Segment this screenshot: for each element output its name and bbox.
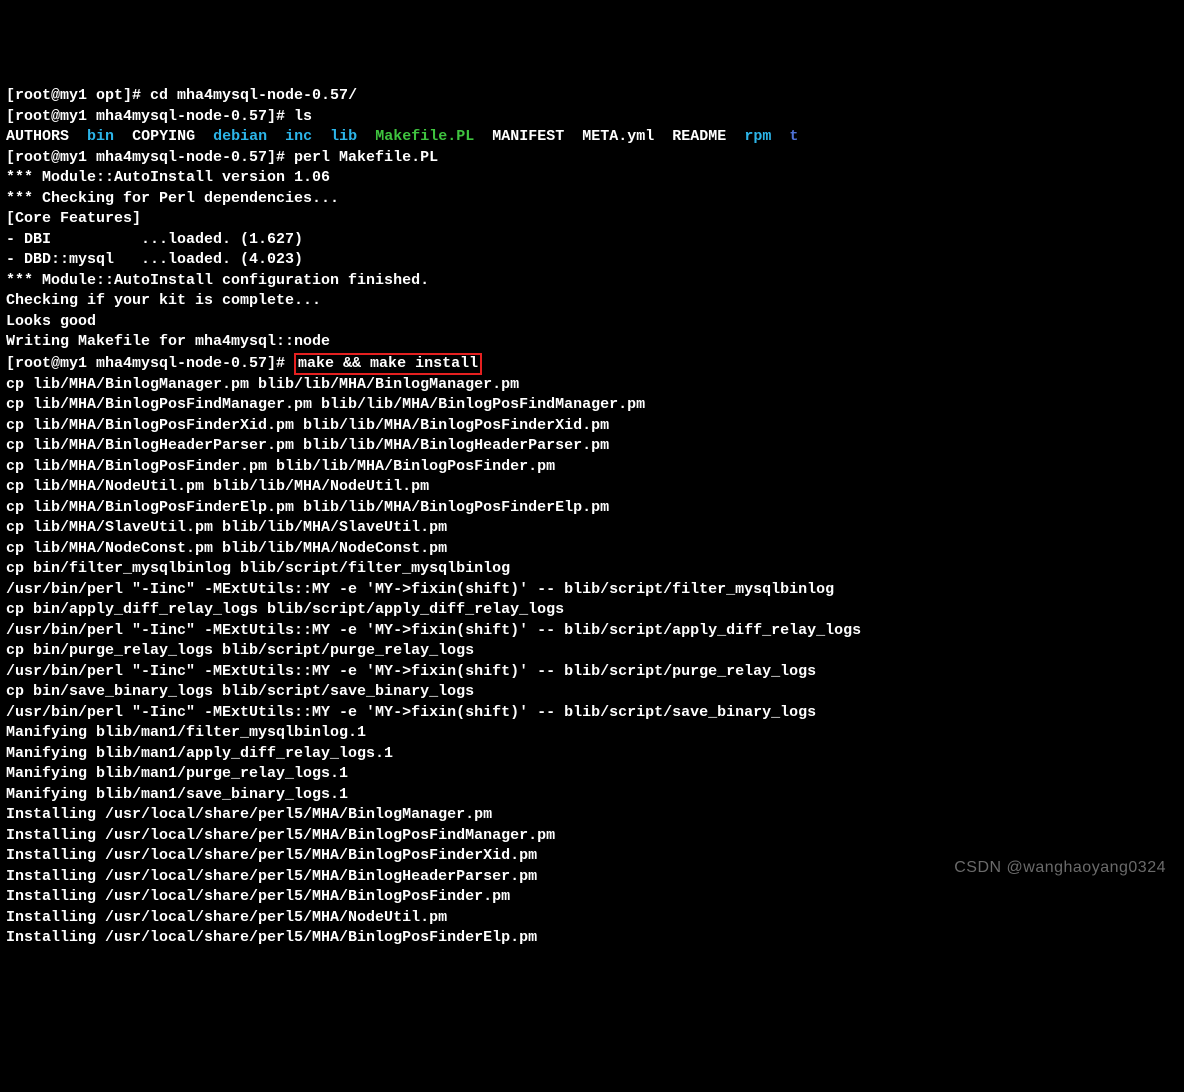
file-copying: COPYING (132, 128, 195, 145)
output-line: /usr/bin/perl "-Iinc" -MExtUtils::MY -e … (6, 581, 834, 598)
file-authors: AUTHORS (6, 128, 69, 145)
output-line: cp lib/MHA/NodeUtil.pm blib/lib/MHA/Node… (6, 478, 429, 495)
output-line: /usr/bin/perl "-Iinc" -MExtUtils::MY -e … (6, 704, 816, 721)
file-metayml: META.yml (582, 128, 654, 145)
output-line: *** Module::AutoInstall version 1.06 (6, 169, 330, 186)
dir-rpm: rpm (744, 128, 771, 145)
file-readme: README (672, 128, 726, 145)
prompt-prefix: [root@my1 mha4mysql-node-0.57]# (6, 108, 294, 125)
dir-lib: lib (330, 128, 357, 145)
output-line: *** Checking for Perl dependencies... (6, 190, 339, 207)
output-line: Manifying blib/man1/save_binary_logs.1 (6, 786, 348, 803)
prompt-line[interactable]: [root@my1 mha4mysql-node-0.57]# ls (6, 108, 312, 125)
output-line: cp lib/MHA/SlaveUtil.pm blib/lib/MHA/Sla… (6, 519, 447, 536)
output-line: Writing Makefile for mha4mysql::node (6, 333, 330, 350)
prompt-line[interactable]: [root@my1 mha4mysql-node-0.57]# perl Mak… (6, 149, 438, 166)
ls-output: AUTHORS bin COPYING debian inc lib Makef… (6, 128, 798, 145)
output-line: cp lib/MHA/BinlogPosFinderXid.pm blib/li… (6, 417, 609, 434)
output-line: Looks good (6, 313, 96, 330)
dir-bin: bin (87, 128, 114, 145)
prompt-prefix: [root@my1 mha4mysql-node-0.57]# (6, 355, 294, 372)
output-line: Manifying blib/man1/purge_relay_logs.1 (6, 765, 348, 782)
output-line: cp lib/MHA/BinlogPosFindManager.pm blib/… (6, 396, 645, 413)
output-line: cp lib/MHA/BinlogPosFinderElp.pm blib/li… (6, 499, 609, 516)
output-line: cp lib/MHA/BinlogPosFinder.pm blib/lib/M… (6, 458, 555, 475)
dir-debian: debian (213, 128, 267, 145)
output-line: [Core Features] (6, 210, 141, 227)
output-line: Installing /usr/local/share/perl5/MHA/Bi… (6, 868, 537, 885)
command-text: perl Makefile.PL (294, 149, 438, 166)
output-line: Installing /usr/local/share/perl5/MHA/No… (6, 909, 447, 926)
output-line: Installing /usr/local/share/perl5/MHA/Bi… (6, 888, 510, 905)
watermark-text: CSDN @wanghaoyang0324 (954, 858, 1166, 879)
output-line: /usr/bin/perl "-Iinc" -MExtUtils::MY -e … (6, 663, 816, 680)
output-line: cp bin/purge_relay_logs blib/script/purg… (6, 642, 474, 659)
output-line: /usr/bin/perl "-Iinc" -MExtUtils::MY -e … (6, 622, 861, 639)
highlighted-command: make && make install (294, 353, 482, 375)
terminal-output: [root@my1 opt]# cd mha4mysql-node-0.57/ … (6, 86, 1178, 949)
output-line: Manifying blib/man1/apply_diff_relay_log… (6, 745, 393, 762)
prompt-line[interactable]: [root@my1 mha4mysql-node-0.57]# make && … (6, 355, 482, 372)
dir-t: t (789, 128, 798, 145)
output-line: Installing /usr/local/share/perl5/MHA/Bi… (6, 929, 537, 946)
output-line: cp lib/MHA/BinlogHeaderParser.pm blib/li… (6, 437, 609, 454)
output-line: Installing /usr/local/share/perl5/MHA/Bi… (6, 847, 537, 864)
file-manifest: MANIFEST (492, 128, 564, 145)
output-line: Manifying blib/man1/filter_mysqlbinlog.1 (6, 724, 366, 741)
prompt-line[interactable]: [root@my1 opt]# cd mha4mysql-node-0.57/ (6, 87, 357, 104)
file-makefile: Makefile.PL (375, 128, 474, 145)
output-line: cp bin/apply_diff_relay_logs blib/script… (6, 601, 564, 618)
command-text: cd mha4mysql-node-0.57/ (150, 87, 357, 104)
output-line: - DBD::mysql ...loaded. (4.023) (6, 251, 303, 268)
command-text: make && make install (298, 355, 478, 372)
output-line: cp lib/MHA/NodeConst.pm blib/lib/MHA/Nod… (6, 540, 447, 557)
prompt-prefix: [root@my1 mha4mysql-node-0.57]# (6, 149, 294, 166)
output-line: Checking if your kit is complete... (6, 292, 321, 309)
output-line: cp bin/filter_mysqlbinlog blib/script/fi… (6, 560, 510, 577)
output-line: Installing /usr/local/share/perl5/MHA/Bi… (6, 806, 492, 823)
dir-inc: inc (285, 128, 312, 145)
command-text: ls (294, 108, 312, 125)
output-line: cp bin/save_binary_logs blib/script/save… (6, 683, 474, 700)
output-line: - DBI ...loaded. (1.627) (6, 231, 303, 248)
output-line: Installing /usr/local/share/perl5/MHA/Bi… (6, 827, 555, 844)
output-line: cp lib/MHA/BinlogManager.pm blib/lib/MHA… (6, 376, 519, 393)
prompt-prefix: [root@my1 opt]# (6, 87, 150, 104)
output-line: *** Module::AutoInstall configuration fi… (6, 272, 429, 289)
